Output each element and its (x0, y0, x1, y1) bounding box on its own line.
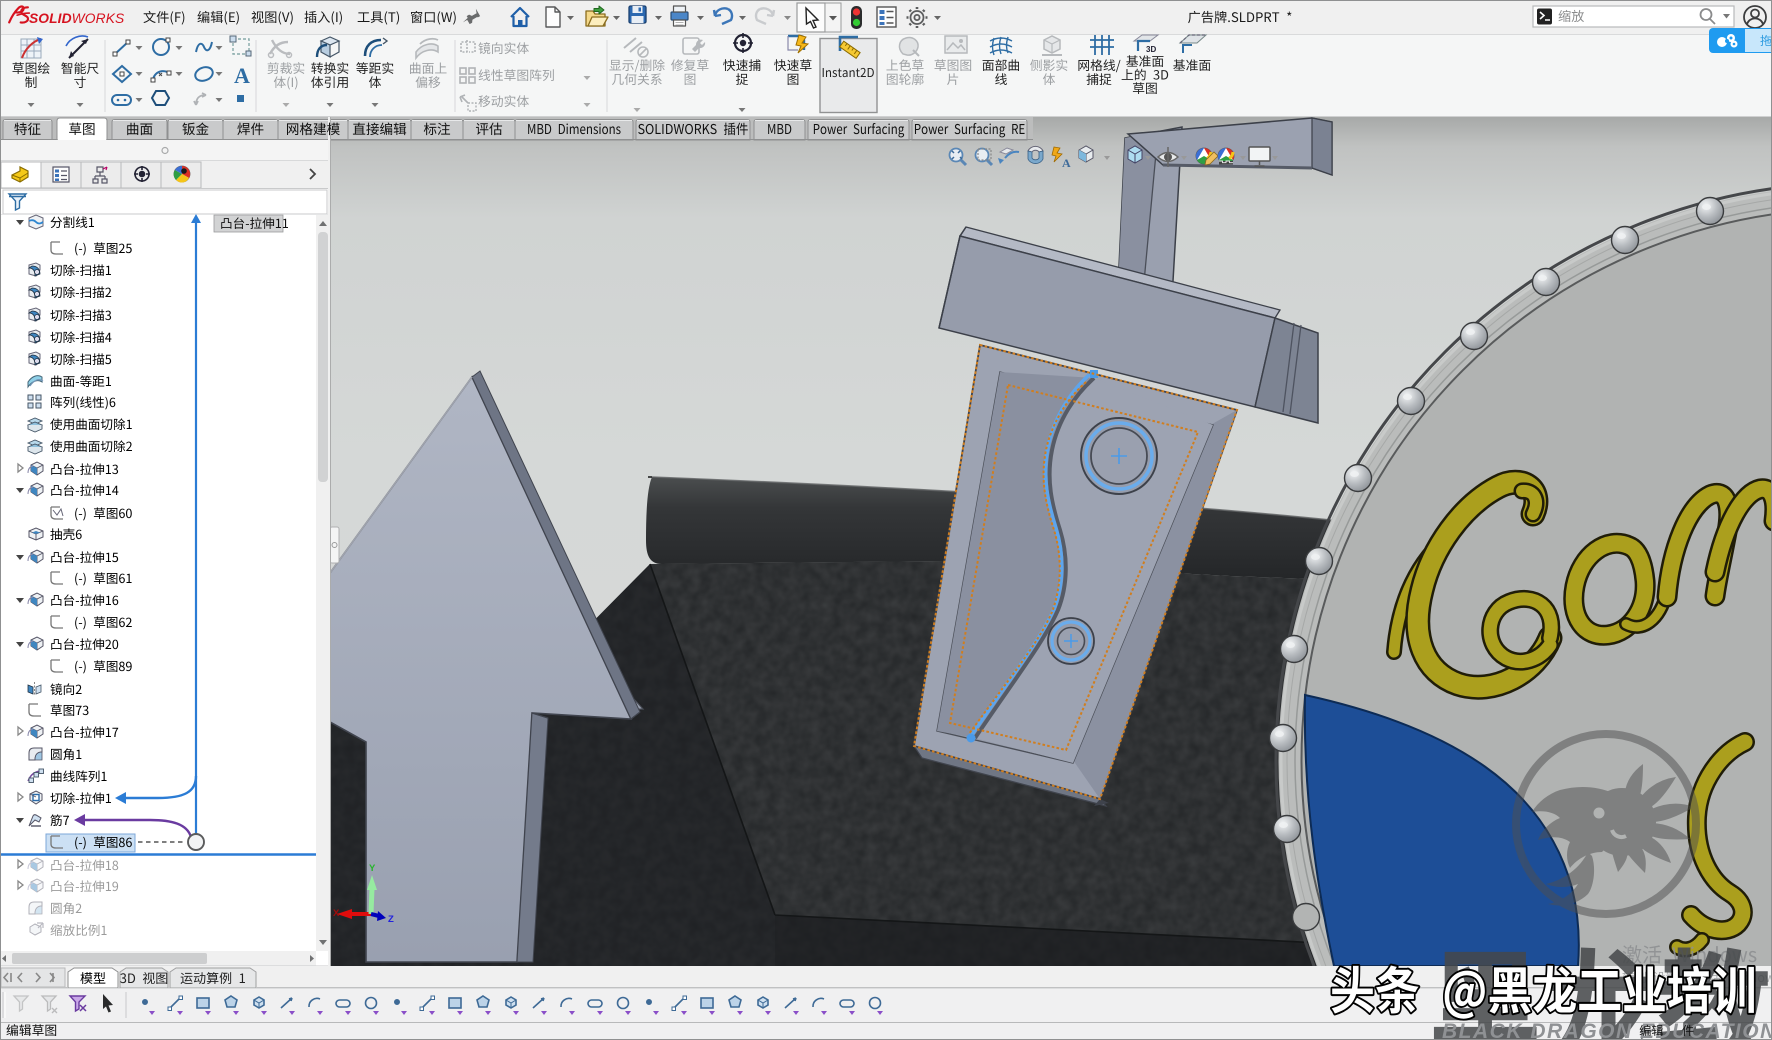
svg-text:A: A (1062, 156, 1071, 170)
svg-text:3D: 3D (1146, 45, 1156, 54)
svg-text:Y: Y (369, 863, 376, 874)
svg-text:Z: Z (388, 914, 394, 925)
svg-text:SOLIDWORKS: SOLIDWORKS (29, 11, 125, 26)
svg-text:X: X (333, 908, 340, 919)
svg-text:BLACK DRAGON EDUCATION: BLACK DRAGON EDUCATION (1442, 1020, 1772, 1040)
svg-text:A: A (234, 63, 250, 88)
